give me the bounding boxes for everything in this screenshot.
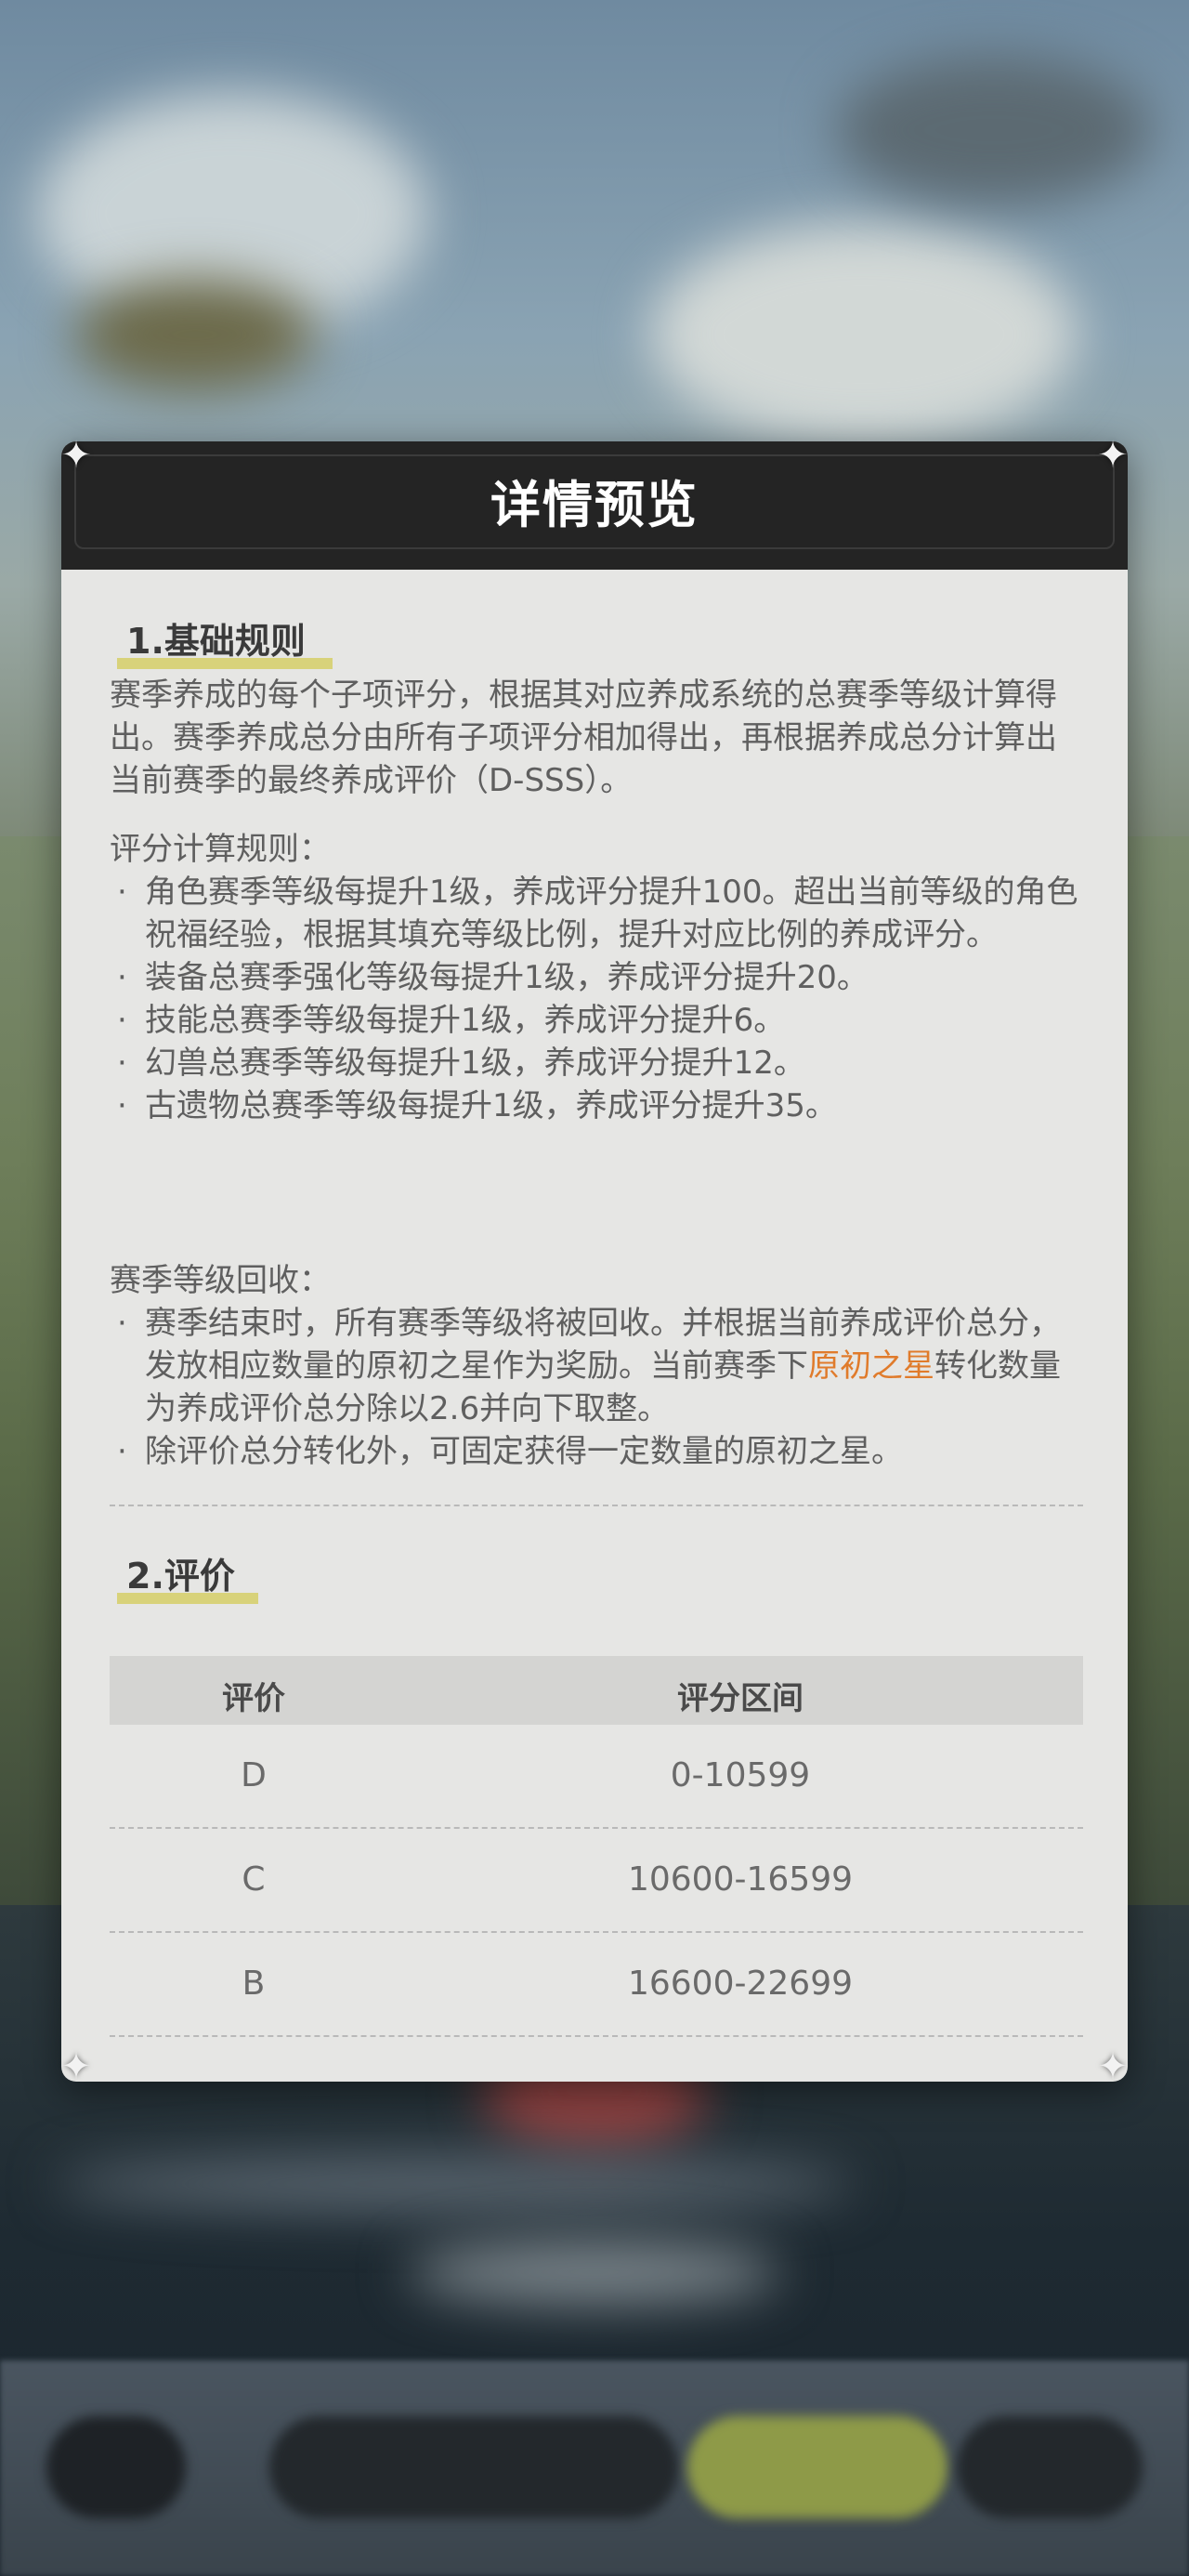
primal-star-highlight: 原初之星 [808, 1347, 934, 1385]
list-item: · 赛季结束时，所有赛季等级将被回收。并根据当前养成评价总分，发放相应数量的原初之… [117, 1305, 1061, 1427]
dialog-header: 详情预览 [61, 441, 1128, 570]
detail-preview-dialog: 详情预览 1.基础规则 赛季养成的每个子项评分，根据其对应养成系统的总赛季等级计… [61, 441, 1128, 2082]
table-row: D 0-10599 [110, 1725, 1083, 1829]
corner-ornament-icon: ✦ [1097, 2045, 1129, 2088]
list-item: · 技能总赛季等级每提升1级，养成评分提升6。 [117, 1002, 786, 1039]
recycle-title: 赛季等级回收： [110, 1262, 331, 1299]
table-row: C 10600-16599 [110, 1829, 1083, 1933]
list-item: · 古遗物总赛季等级每提升1级，养成评分提升35。 [117, 1087, 837, 1124]
corner-ornament-icon: ✦ [1097, 434, 1129, 477]
header-rating: 评价 [222, 1680, 285, 1717]
rules-list: · 角色赛季等级每提升1级，养成评分提升100。超出当前等级的角色祝福经验，根据其… [110, 871, 1083, 1127]
list-item: · 角色赛季等级每提升1级，养成评分提升100。超出当前等级的角色祝福经验，根据其… [117, 874, 1078, 953]
section-heading-basic-rules: 1.基础规则 [117, 612, 333, 669]
rules-title: 评分计算规则： [110, 831, 331, 868]
list-item: · 幻兽总赛季等级每提升1级，养成评分提升12。 [117, 1045, 805, 1082]
table-row: B 16600-22699 [110, 1933, 1083, 2037]
section-heading-rating: 2.评价 [117, 1547, 258, 1604]
header-score-range: 评分区间 [677, 1680, 804, 1717]
list-item: · 除评价总分转化外，可固定获得一定数量的原初之星。 [117, 1433, 903, 1470]
recycle-list: · 赛季结束时，所有赛季等级将被回收。并根据当前养成评价总分，发放相应数量的原初之… [110, 1302, 1083, 1473]
corner-ornament-icon: ✦ [60, 434, 92, 477]
list-item: · 装备总赛季强化等级每提升1级，养成评分提升20。 [117, 959, 869, 996]
table-header: 评价 评分区间 [110, 1656, 1083, 1725]
intro-text: 赛季养成的每个子项评分，根据其对应养成系统的总赛季等级计算得出。赛季养成总分由所… [110, 677, 1057, 799]
section-divider [110, 1505, 1083, 1506]
dialog-title: 详情预览 [490, 476, 699, 534]
corner-ornament-icon: ✦ [60, 2045, 92, 2088]
